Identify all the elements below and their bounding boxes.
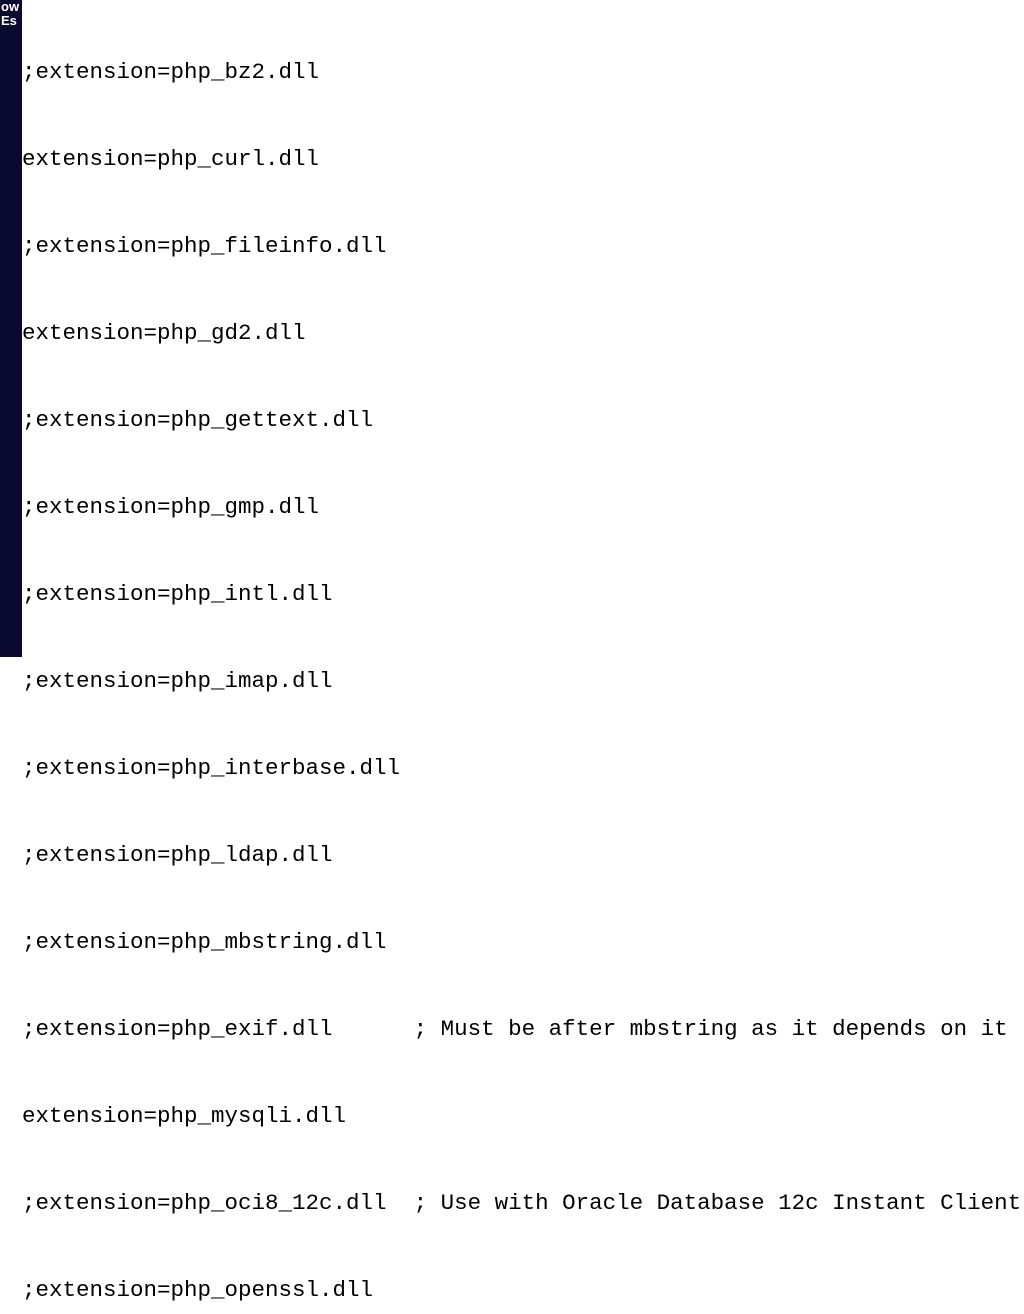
code-line[interactable]: ;extension=php_gmp.dll bbox=[22, 493, 1024, 522]
code-line[interactable]: ;extension=php_exif.dll ; Must be after … bbox=[22, 1015, 1024, 1044]
code-line[interactable]: extension=php_curl.dll bbox=[22, 145, 1024, 174]
code-line[interactable]: ;extension=php_gettext.dll bbox=[22, 406, 1024, 435]
text-editor-content[interactable]: ;extension=php_bz2.dll extension=php_cur… bbox=[22, 0, 1024, 657]
code-line[interactable]: ;extension=php_mbstring.dll bbox=[22, 928, 1024, 957]
code-line[interactable]: ;extension=php_imap.dll bbox=[22, 667, 1024, 696]
code-line[interactable]: ;extension=php_ldap.dll bbox=[22, 841, 1024, 870]
gutter-fragment: Es bbox=[0, 14, 22, 28]
code-line[interactable]: extension=php_gd2.dll bbox=[22, 319, 1024, 348]
code-line[interactable]: ;extension=php_fileinfo.dll bbox=[22, 232, 1024, 261]
code-line[interactable]: extension=php_mysqli.dll bbox=[22, 1102, 1024, 1131]
code-line[interactable]: ;extension=php_intl.dll bbox=[22, 580, 1024, 609]
gutter-fragment: ow bbox=[0, 0, 22, 14]
editor-gutter: ow Es bbox=[0, 0, 22, 657]
code-line[interactable]: ;extension=php_interbase.dll bbox=[22, 754, 1024, 783]
code-line[interactable]: ;extension=php_oci8_12c.dll ; Use with O… bbox=[22, 1189, 1024, 1218]
code-line[interactable]: ;extension=php_bz2.dll bbox=[22, 58, 1024, 87]
code-line[interactable]: ;extension=php_openssl.dll bbox=[22, 1276, 1024, 1305]
